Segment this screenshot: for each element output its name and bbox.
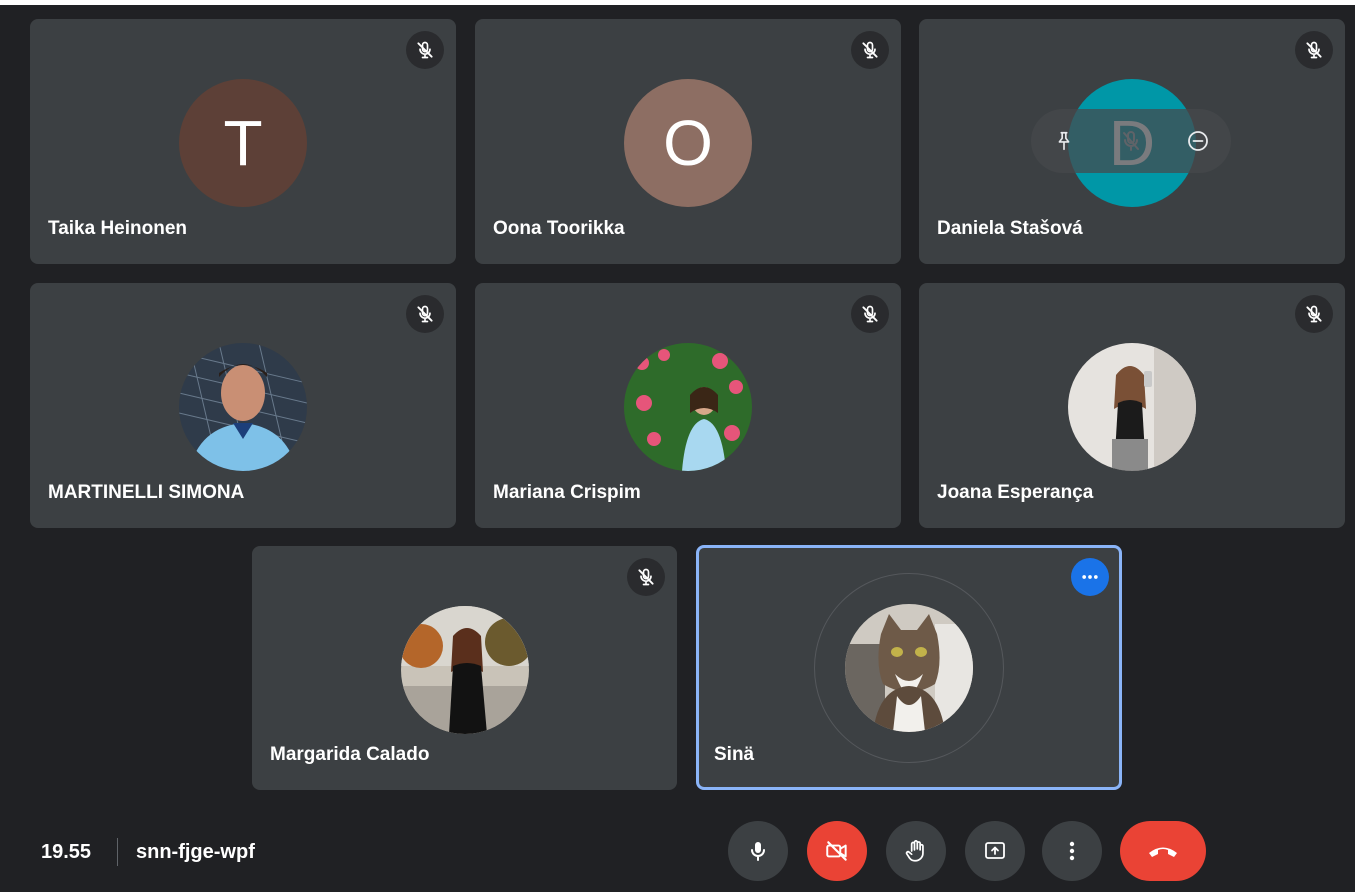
participant-name: Joana Esperança <box>937 482 1094 503</box>
raise-hand-icon <box>905 840 924 862</box>
participant-tile-mariana[interactable]: Mariana Crispim <box>475 283 901 528</box>
mic-off-icon <box>406 31 444 69</box>
avatar-photo <box>845 604 973 732</box>
present-button[interactable] <box>965 821 1025 881</box>
camera-off-icon <box>826 841 847 861</box>
meeting-code: snn-fjge-wpf <box>136 841 255 863</box>
participant-name: Mariana Crispim <box>493 482 641 503</box>
participant-tile-margarida[interactable]: Margarida Calado <box>252 546 677 790</box>
mic-off-icon <box>1295 31 1333 69</box>
avatar-photo <box>624 343 752 471</box>
microphone-button[interactable] <box>728 821 788 881</box>
avatar: O <box>624 79 752 207</box>
leave-call-button[interactable] <box>1120 821 1206 881</box>
mic-off-icon <box>627 558 665 596</box>
avatar-initial: O <box>663 107 713 179</box>
tile-hover-controls <box>1031 109 1231 173</box>
participant-name: Margarida Calado <box>270 744 430 765</box>
avatar-photo <box>400 606 529 734</box>
present-screen-icon <box>985 842 1005 859</box>
camera-button[interactable] <box>807 821 867 881</box>
participant-name: MARTINELLI SIMONA <box>48 482 245 503</box>
separator <box>117 838 118 866</box>
participant-tile-martinelli[interactable]: MARTINELLI SIMONA <box>30 283 456 528</box>
participant-name: Sinä <box>714 744 755 765</box>
more-vertical-icon <box>1069 841 1075 861</box>
mic-off-icon <box>851 295 889 333</box>
participant-tile-taika[interactable]: T Taika Heinonen <box>30 19 456 264</box>
remove-icon[interactable] <box>1179 122 1217 160</box>
participant-tile-joana[interactable]: Joana Esperança <box>919 283 1345 528</box>
avatar-photo <box>1068 343 1196 471</box>
bottom-control-bar: 19.55 snn-fjge-wpf <box>0 810 1355 892</box>
mic-off-icon[interactable] <box>1112 122 1150 160</box>
avatar-initial: T <box>223 107 263 179</box>
top-strip <box>0 0 1355 5</box>
participant-tile-oona[interactable]: O Oona Toorikka <box>475 19 901 264</box>
participant-name: Oona Toorikka <box>493 218 625 239</box>
hangup-icon <box>1149 847 1177 857</box>
mic-off-icon <box>851 31 889 69</box>
meeting-time: 19.55 <box>41 841 92 863</box>
mic-off-icon <box>406 295 444 333</box>
raise-hand-button[interactable] <box>886 821 946 881</box>
more-horizontal-icon[interactable] <box>1071 558 1109 596</box>
avatar: T <box>179 79 307 207</box>
participant-tile-self[interactable]: Sinä <box>696 545 1122 790</box>
mic-icon <box>751 842 765 861</box>
avatar-photo <box>179 343 307 471</box>
mic-off-icon <box>1295 295 1333 333</box>
more-options-button[interactable] <box>1042 821 1102 881</box>
participant-tile-daniela[interactable]: D Daniela Stašová <box>919 19 1345 264</box>
participant-name: Taika Heinonen <box>48 218 188 239</box>
pin-icon[interactable] <box>1045 122 1083 160</box>
participant-name: Daniela Stašová <box>937 218 1083 239</box>
